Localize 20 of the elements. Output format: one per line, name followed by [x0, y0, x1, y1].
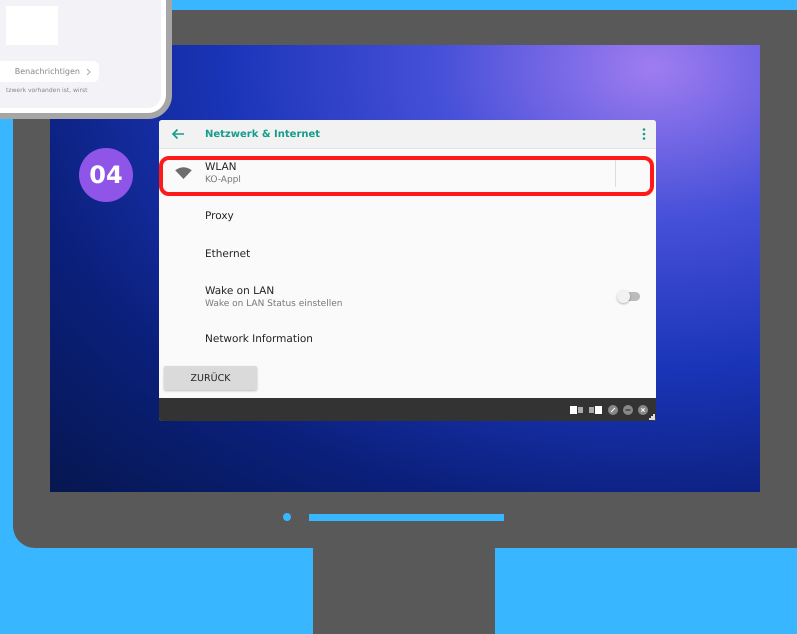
snap-left-icon[interactable]: [570, 406, 584, 414]
power-light: [283, 513, 291, 521]
wifi-icon: [174, 167, 192, 179]
more-options-icon[interactable]: [642, 128, 646, 140]
settings-item[interactable]: Wake on LAN Wake on LAN Status einstellen: [205, 284, 618, 308]
settings-item[interactable]: Ethernet: [205, 248, 640, 260]
settings-item[interactable]: Proxy: [205, 210, 640, 222]
resize-grip-icon[interactable]: [649, 414, 655, 420]
expand-icon[interactable]: [608, 404, 618, 414]
settings-item[interactable]: Network Information: [205, 333, 640, 345]
toggle-switch[interactable]: [618, 292, 640, 301]
settings-item[interactable]: WLAN KO-Appl: [205, 161, 615, 185]
minimize-icon[interactable]: [623, 404, 633, 414]
chevron-right-icon: [86, 68, 91, 76]
notify-row[interactable]: Benachrichtigen: [0, 61, 99, 82]
window-title: Netzwerk & Internet: [205, 128, 322, 140]
close-icon[interactable]: [638, 404, 648, 414]
back-arrow-icon[interactable]: [171, 128, 185, 140]
snap-right-icon[interactable]: [589, 406, 603, 414]
back-button[interactable]: ZURÜCK: [164, 366, 257, 390]
